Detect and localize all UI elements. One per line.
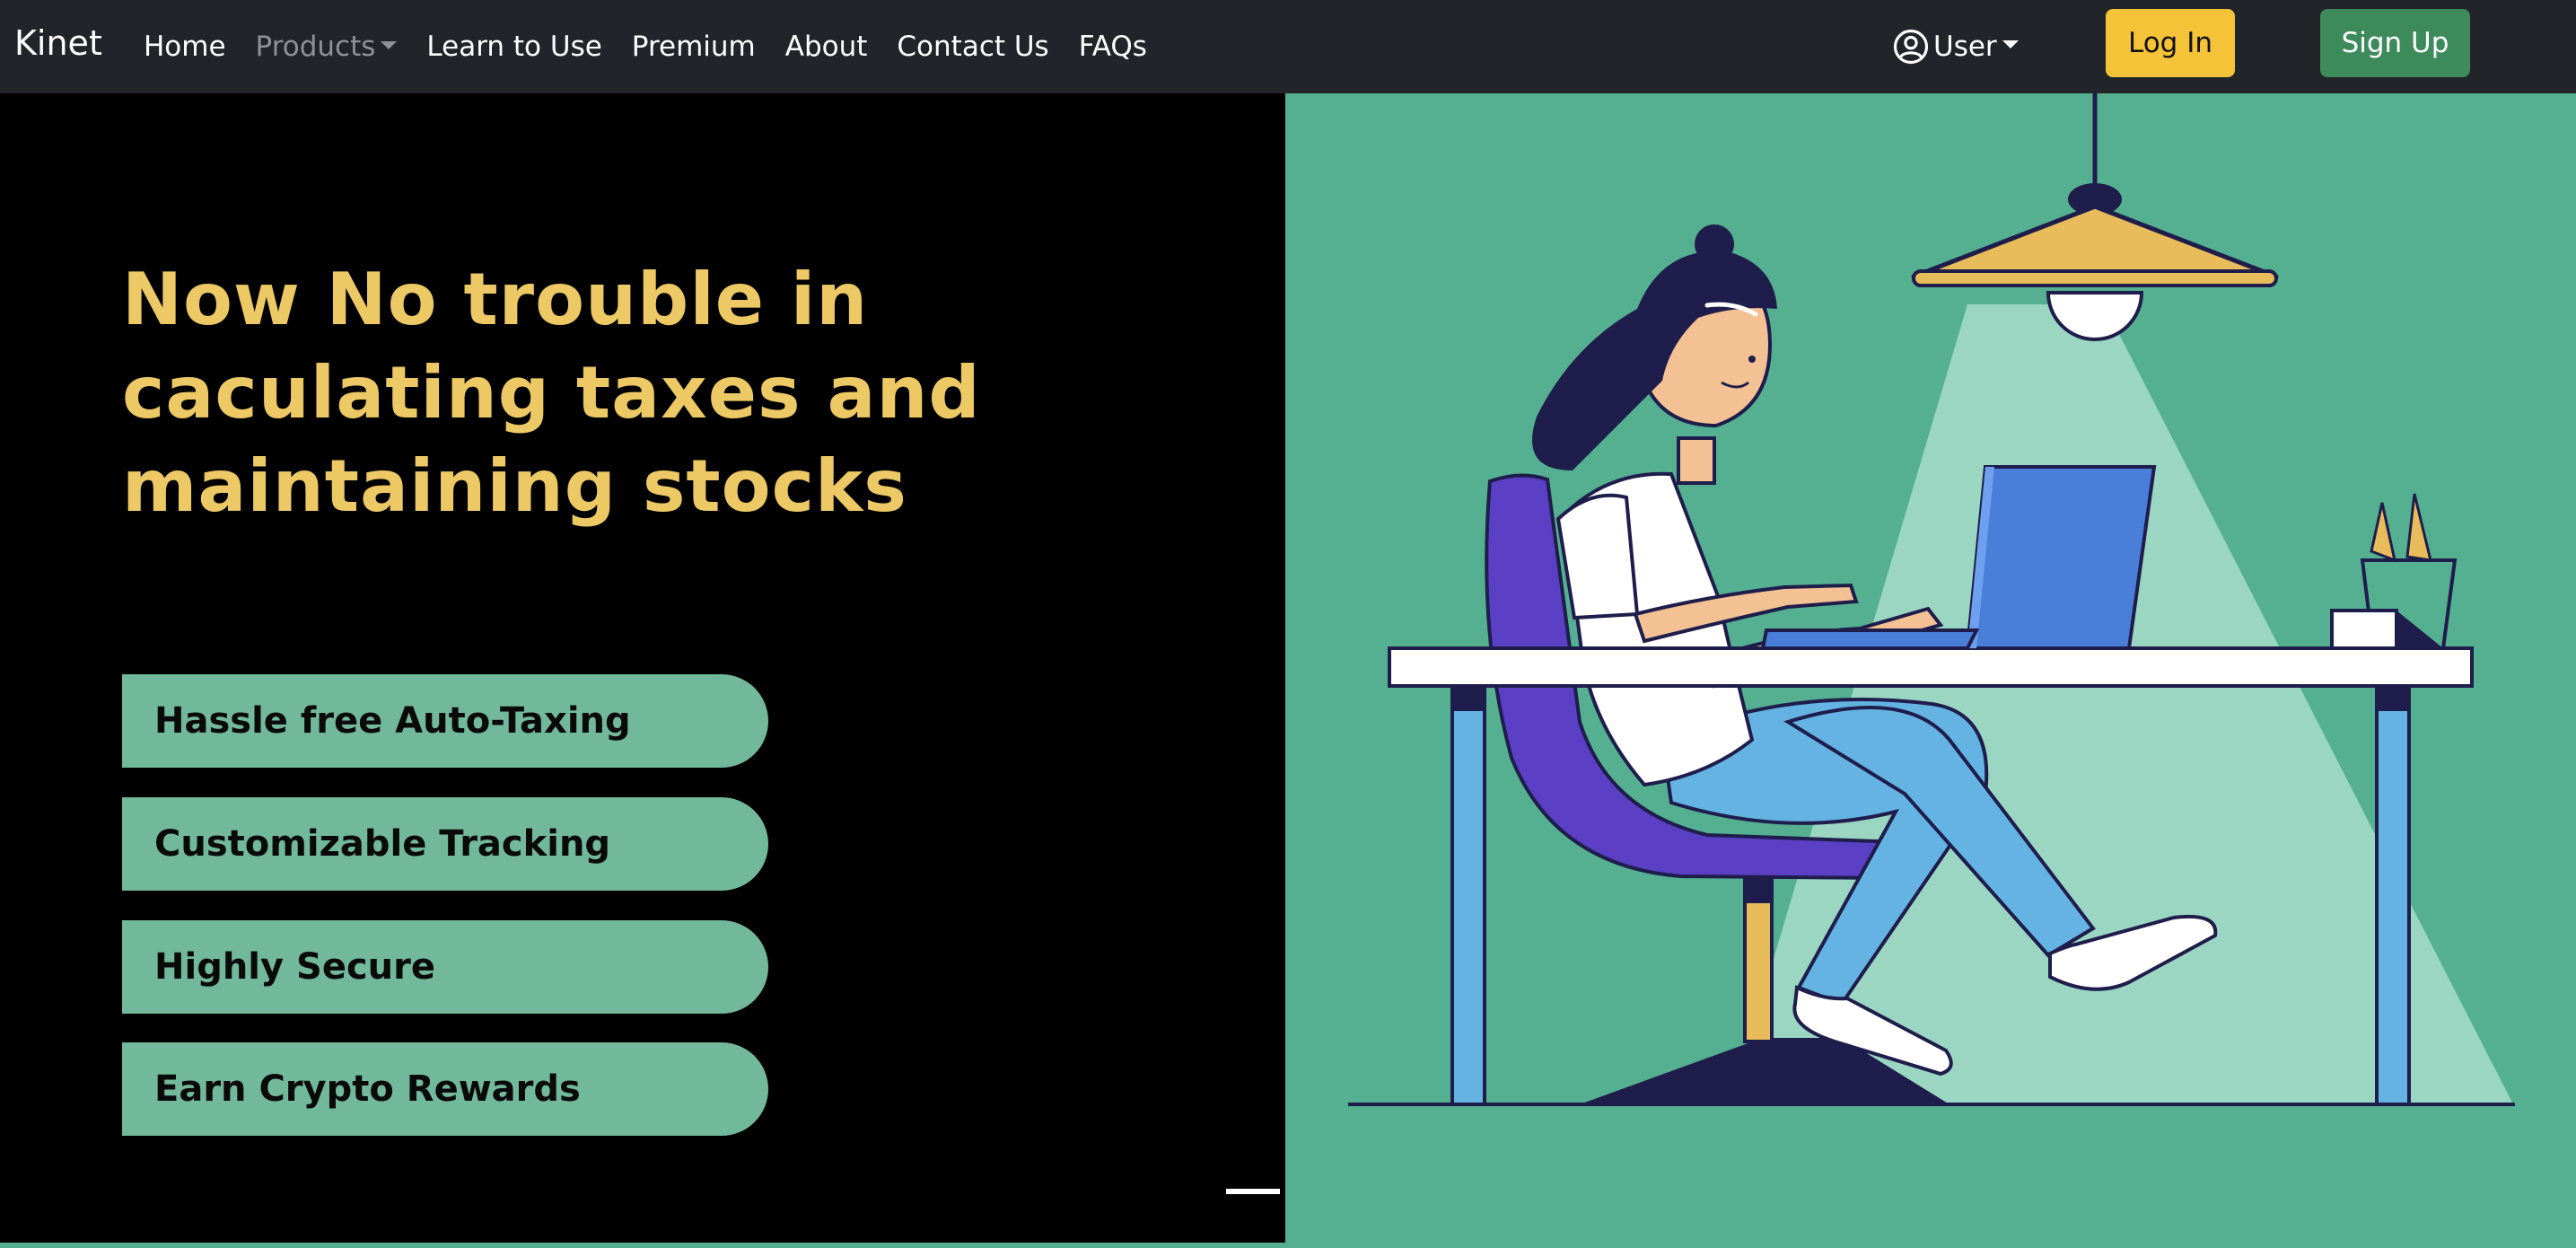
nav-premium[interactable]: Premium xyxy=(632,31,756,63)
bottom-border xyxy=(0,1243,2576,1248)
top-navbar: Kinet Home Products Learn to Use Premium… xyxy=(0,0,2576,93)
carousel-indicator-1[interactable] xyxy=(1226,1189,1280,1194)
brand-logo[interactable]: Kinet xyxy=(14,0,102,93)
feature-crypto-rewards: Earn Crypto Rewards xyxy=(122,1042,768,1136)
nav-products-label: Products xyxy=(255,31,376,63)
nav-about[interactable]: About xyxy=(785,31,868,63)
login-button[interactable]: Log In xyxy=(2106,9,2235,77)
user-dropdown[interactable]: User xyxy=(1892,22,2019,72)
feature-auto-taxing: Hassle free Auto-Taxing xyxy=(122,674,768,768)
headline-line-1: Now No trouble in xyxy=(122,258,869,341)
nav-faqs[interactable]: FAQs xyxy=(1079,31,1147,63)
chevron-down-icon xyxy=(381,41,398,49)
headline-line-2: caculating taxes and xyxy=(122,351,981,435)
hero-illustration-panel xyxy=(1285,93,2576,1243)
headline-line-3: maintaining stocks xyxy=(122,444,907,528)
nav-contact-us[interactable]: Contact Us xyxy=(897,31,1048,63)
user-circle-icon xyxy=(1893,29,1929,65)
chevron-down-icon xyxy=(2002,40,2019,48)
nav-links: Home Products Learn to Use Premium About… xyxy=(144,0,1177,93)
feature-highly-secure: Highly Secure xyxy=(122,920,768,1014)
nav-learn-to-use[interactable]: Learn to Use xyxy=(426,31,601,63)
signup-button[interactable]: Sign Up xyxy=(2320,9,2470,77)
woman-at-desk-illustration xyxy=(1348,93,2515,1106)
feature-customizable-tracking: Customizable Tracking xyxy=(122,797,768,891)
nav-home[interactable]: Home xyxy=(144,31,226,63)
hero-headline: Now No trouble in caculating taxes and m… xyxy=(122,253,1109,533)
nav-products-dropdown[interactable]: Products xyxy=(256,31,398,63)
user-label: User xyxy=(1933,31,1997,63)
